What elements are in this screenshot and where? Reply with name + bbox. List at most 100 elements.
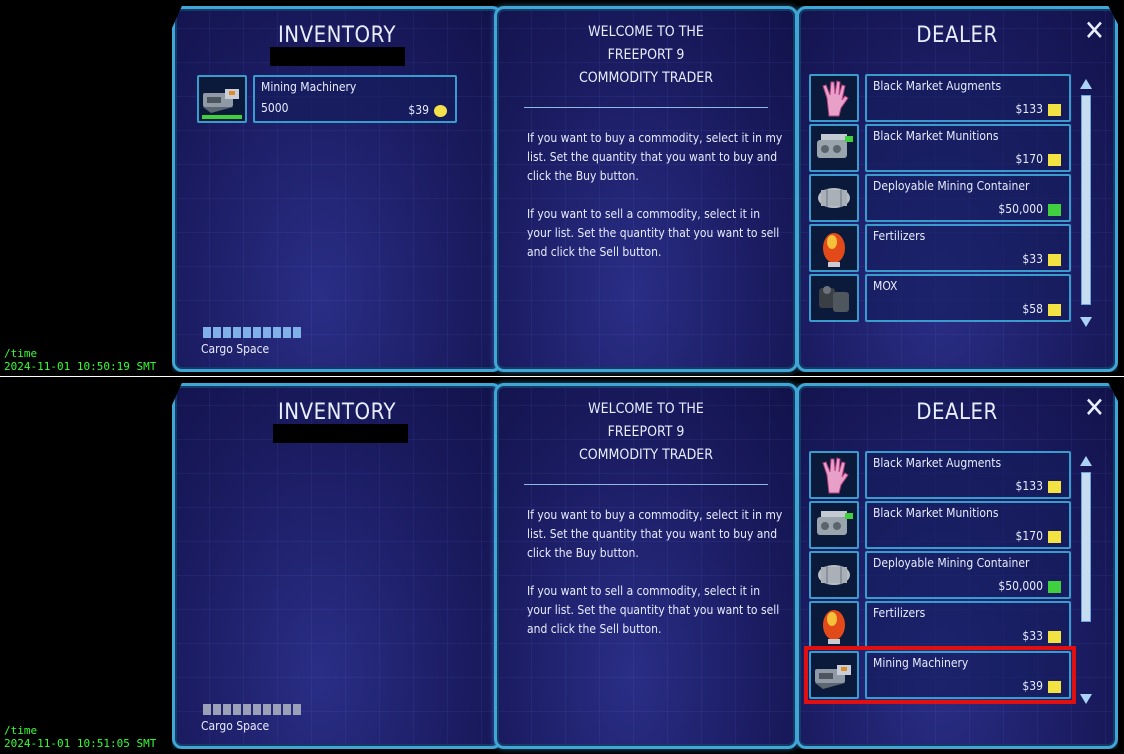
item-price: $50,000 [998, 579, 1043, 593]
item-price: $133 [1015, 479, 1043, 493]
buy-instructions: If you want to buy a commodity, select i… [527, 131, 783, 183]
mining-container-icon[interactable] [809, 174, 859, 222]
dealer-item[interactable]: MOX $58 [865, 274, 1071, 322]
item-name: Deployable Mining Container [873, 179, 1030, 193]
fertilizer-egg-icon[interactable] [809, 601, 859, 649]
cargo-space-bar [203, 704, 301, 715]
price-marker [1048, 154, 1061, 166]
dealer-scrollbar[interactable] [1079, 77, 1093, 327]
item-name: Fertilizers [873, 606, 926, 620]
dealer-panel: DEALER ✕ Black Market Augments $133 Blac… [796, 6, 1118, 372]
info-panel: WELCOME TO THE FREEPORT 9 COMMODITY TRAD… [494, 6, 798, 372]
inventory-panel: INVENTORY Cargo Space [172, 383, 502, 749]
divider-line [524, 107, 768, 108]
quantity-bar [202, 115, 242, 119]
item-price: $58 [1022, 302, 1043, 316]
dealer-item[interactable]: Fertilizers $33 [865, 601, 1071, 649]
item-price: $170 [1015, 529, 1043, 543]
redacted-name [273, 424, 408, 443]
screenshot-after: /time 2024-11-01 10:51:05 SMT INVENTORY … [0, 377, 1124, 754]
scroll-up-arrow-icon[interactable] [1080, 456, 1092, 466]
title-line: COMMODITY TRADER [578, 70, 714, 86]
scroll-thumb[interactable] [1081, 472, 1091, 622]
item-price: $33 [1022, 252, 1043, 266]
price-marker [1048, 104, 1061, 116]
fertilizer-egg-icon[interactable] [809, 224, 859, 272]
screenshot-before: /time 2024-11-01 10:50:19 SMT INVENTORY … [0, 0, 1124, 377]
price-marker [1048, 581, 1061, 593]
dealer-title: DEALER [916, 23, 998, 48]
price-marker [1048, 531, 1061, 543]
timestamp: /time 2024-11-01 10:50:19 SMT [4, 347, 156, 373]
highlight-box [804, 646, 1076, 704]
price-marker [1048, 481, 1061, 493]
munitions-icon[interactable] [809, 124, 859, 172]
price-marker [1048, 204, 1061, 216]
mining-container-icon[interactable] [809, 551, 859, 599]
dealer-item[interactable]: Black Market Munitions $170 [865, 124, 1071, 172]
inventory-title: INVENTORY [277, 400, 397, 425]
sell-instructions: If you want to sell a commodity, select … [527, 584, 780, 636]
cargo-space-label: Cargo Space [201, 342, 270, 356]
item-name: Deployable Mining Container [873, 556, 1030, 570]
divider-line [524, 484, 768, 485]
augment-hand-icon[interactable] [809, 451, 859, 499]
dealer-item[interactable]: Black Market Augments $133 [865, 451, 1071, 499]
item-quantity: 5000 [261, 101, 289, 115]
dealer-item[interactable]: Fertilizers $33 [865, 224, 1071, 272]
title-line: WELCOME TO THE [588, 401, 704, 417]
cargo-space-bar [203, 327, 301, 338]
item-price: $50,000 [998, 202, 1043, 216]
dealer-item[interactable]: Black Market Augments $133 [865, 74, 1071, 122]
price-marker [1048, 254, 1061, 266]
credit-coin-icon [434, 105, 447, 117]
dealer-item[interactable]: Deployable Mining Container $50,000 [865, 551, 1071, 599]
timestamp-command: /time [4, 347, 38, 360]
buy-instructions: If you want to buy a commodity, select i… [527, 508, 783, 560]
augment-hand-icon[interactable] [809, 74, 859, 122]
close-icon[interactable]: ✕ [1084, 394, 1105, 422]
item-name: MOX [873, 279, 898, 293]
item-price: $39 [408, 103, 429, 117]
dealer-item[interactable]: Black Market Munitions $170 [865, 501, 1071, 549]
inventory-panel: INVENTORY Mining Machinery 5000 $39 Carg… [172, 6, 502, 372]
price-marker [1048, 304, 1061, 316]
item-price: $170 [1015, 152, 1043, 166]
item-name: Black Market Munitions [873, 129, 999, 143]
title-line: WELCOME TO THE [588, 24, 704, 40]
timestamp: /time 2024-11-01 10:51:05 SMT [4, 724, 156, 750]
item-name: Fertilizers [873, 229, 926, 243]
dealer-panel: DEALER ✕ Black Market Augments $133 Blac… [796, 383, 1118, 749]
munitions-icon[interactable] [809, 501, 859, 549]
price-marker [1048, 631, 1061, 643]
cargo-space-label: Cargo Space [201, 719, 270, 733]
timestamp-value: 2024-11-01 10:51:05 SMT [4, 737, 157, 750]
item-name: Black Market Munitions [873, 506, 999, 520]
trader-welcome-title: WELCOME TO THE FREEPORT 9 COMMODITY TRAD… [497, 398, 795, 467]
close-icon[interactable]: ✕ [1084, 17, 1105, 45]
timestamp-value: 2024-11-01 10:50:19 SMT [4, 360, 157, 373]
inventory-item[interactable]: Mining Machinery 5000 $39 [253, 75, 457, 123]
mining-machinery-icon[interactable] [197, 75, 247, 123]
dealer-scrollbar[interactable] [1079, 454, 1093, 704]
scroll-up-arrow-icon[interactable] [1080, 79, 1092, 89]
inventory-title: INVENTORY [277, 23, 397, 48]
scroll-down-arrow-icon[interactable] [1080, 317, 1092, 327]
item-name: Black Market Augments [873, 456, 1002, 470]
scroll-down-arrow-icon[interactable] [1080, 694, 1092, 704]
dealer-item[interactable]: Deployable Mining Container $50,000 [865, 174, 1071, 222]
item-price: $133 [1015, 102, 1043, 116]
title-line: FREEPORT 9 [607, 424, 685, 440]
item-name: Black Market Augments [873, 79, 1002, 93]
redacted-name [270, 47, 405, 66]
trader-welcome-title: WELCOME TO THE FREEPORT 9 COMMODITY TRAD… [497, 21, 795, 90]
item-price: $33 [1022, 629, 1043, 643]
timestamp-command: /time [4, 724, 38, 737]
item-name: Mining Machinery [261, 80, 357, 94]
sell-instructions: If you want to sell a commodity, select … [527, 207, 780, 259]
title-line: FREEPORT 9 [607, 47, 685, 63]
scroll-thumb[interactable] [1081, 95, 1091, 305]
title-line: COMMODITY TRADER [578, 447, 714, 463]
mox-icon[interactable] [809, 274, 859, 322]
dealer-title: DEALER [916, 400, 998, 425]
